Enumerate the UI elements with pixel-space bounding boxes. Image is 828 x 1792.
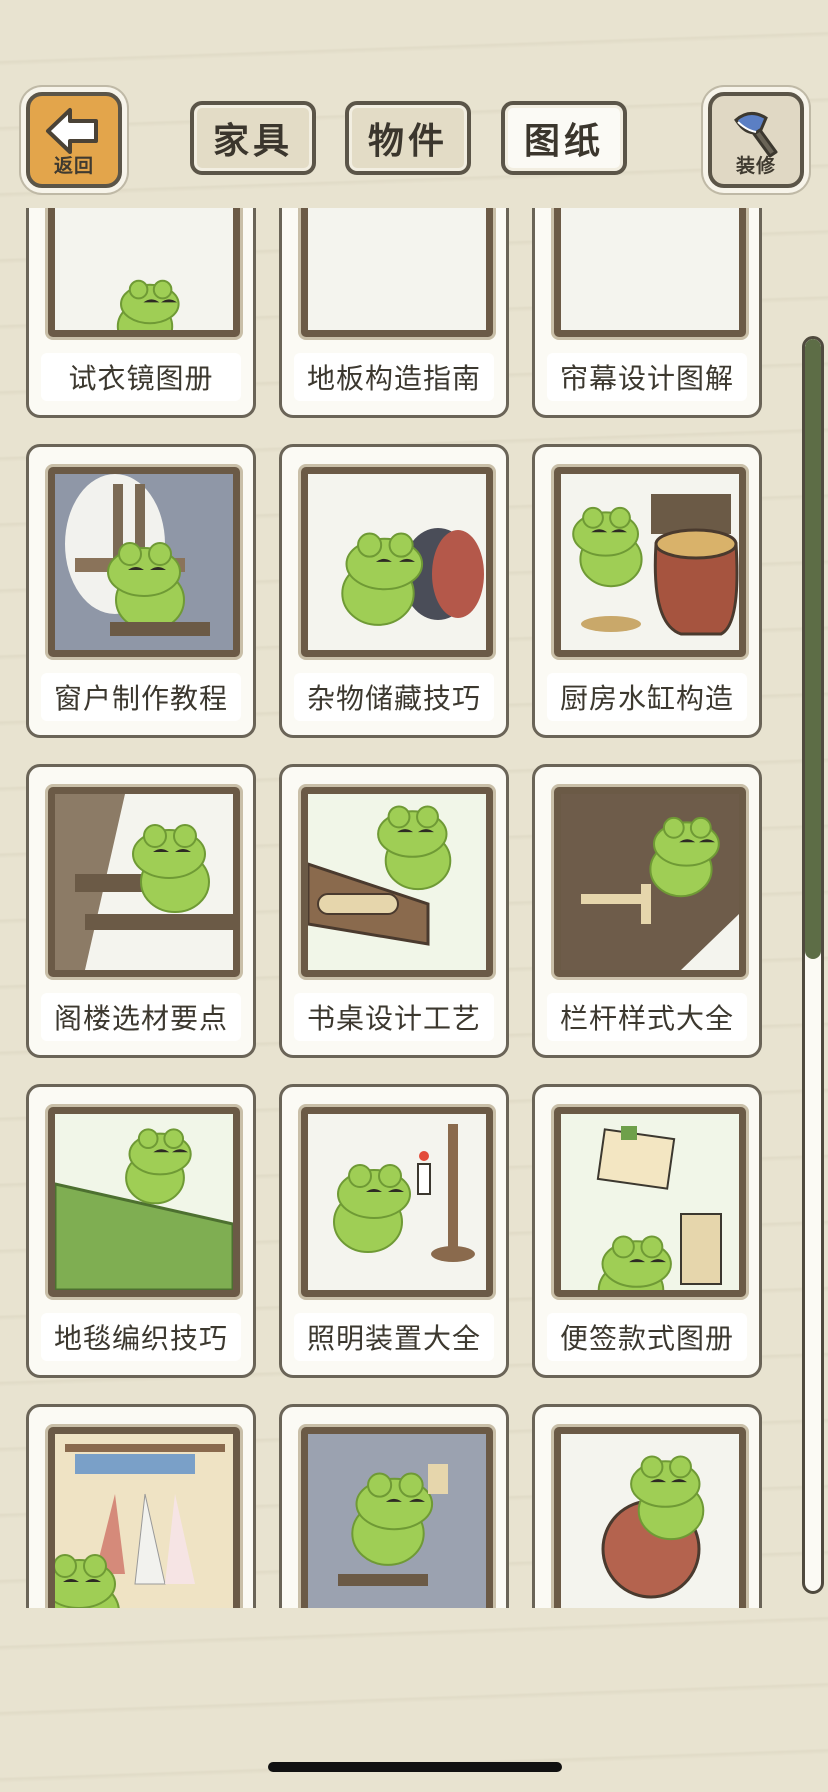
blueprint-card[interactable]: 帘幕设计图解 (532, 208, 762, 418)
frog-rug-icon (48, 1107, 240, 1297)
frog-paint-wall-icon (301, 1427, 493, 1608)
blueprint-card-caption: 栏杆样式大全 (547, 993, 747, 1041)
blueprint-card[interactable]: 厨房水缸构造 (532, 444, 762, 738)
blueprint-card[interactable]: 坐垫制作图解 (532, 1404, 762, 1608)
blueprint-card-caption: 照明装置大全 (294, 1313, 494, 1361)
blueprint-card-caption: 窗户制作教程 (41, 673, 241, 721)
scrollbar-thumb[interactable] (805, 339, 821, 959)
blueprint-grid: 试衣镜图册 地板构造指南 帘幕设计图解 窗户制作教程 杂物储藏技巧 厨房水缸构造… (26, 208, 762, 1608)
tab-items[interactable]: 物件 (345, 101, 471, 175)
blueprint-card[interactable]: 便签款式图册 (532, 1084, 762, 1378)
blueprint-card[interactable]: 地毯编织技巧 (26, 1084, 256, 1378)
blueprint-card-caption: 地毯编织技巧 (41, 1313, 241, 1361)
decorate-button-label: 装修 (735, 155, 776, 177)
frog-note-icon (554, 1107, 746, 1297)
back-button[interactable]: 返回 (26, 92, 122, 188)
blueprint-card-caption: 试衣镜图册 (41, 353, 241, 401)
frog-floor-icon (301, 208, 493, 337)
tab-furniture[interactable]: 家具 (190, 101, 316, 175)
blueprint-card-caption: 帘幕设计图解 (547, 353, 747, 401)
screen: 返回 家具 物件 图纸 装修 试衣镜图册 地板构造指南 帘幕设计图解 窗户制作教… (0, 0, 828, 1792)
frog-railing-icon (554, 787, 746, 977)
frog-storage-icon (301, 467, 493, 657)
frog-wardrobe-icon (48, 1427, 240, 1608)
blueprint-card[interactable]: 衣柜制作工法 (26, 1404, 256, 1608)
frog-mirror-icon (48, 208, 240, 337)
blueprint-card[interactable]: 栏杆样式大全 (532, 764, 762, 1058)
frog-curtain-icon (554, 208, 746, 337)
blueprint-card-caption: 书桌设计工艺 (294, 993, 494, 1041)
blueprint-card[interactable]: 照明装置大全 (279, 1084, 509, 1378)
blueprint-list[interactable]: 试衣镜图册 地板构造指南 帘幕设计图解 窗户制作教程 杂物储藏技巧 厨房水缸构造… (0, 208, 800, 1608)
blueprint-card[interactable]: 墙壁粉刷图册 (279, 1404, 509, 1608)
decorate-button[interactable]: 装修 (708, 92, 804, 188)
tab-blueprints[interactable]: 图纸 (501, 101, 627, 175)
blueprint-card-caption: 便签款式图册 (547, 1313, 747, 1361)
home-indicator (268, 1762, 562, 1772)
blueprint-card[interactable]: 杂物储藏技巧 (279, 444, 509, 738)
blueprint-card[interactable]: 地板构造指南 (279, 208, 509, 418)
blueprint-card-caption: 厨房水缸构造 (547, 673, 747, 721)
blueprint-card[interactable]: 阁楼选材要点 (26, 764, 256, 1058)
arrow-left-icon (46, 108, 98, 154)
blueprint-card-caption: 杂物储藏技巧 (294, 673, 494, 721)
scrollbar[interactable] (802, 336, 824, 1594)
frog-lamp-icon (301, 1107, 493, 1297)
blueprint-card[interactable]: 窗户制作教程 (26, 444, 256, 738)
frog-attic-icon (48, 787, 240, 977)
blueprint-card[interactable]: 试衣镜图册 (26, 208, 256, 418)
blueprint-card[interactable]: 书桌设计工艺 (279, 764, 509, 1058)
frog-cushion-icon (554, 1427, 746, 1608)
back-button-label: 返回 (53, 155, 94, 177)
blueprint-card-caption: 地板构造指南 (294, 353, 494, 401)
frog-window-icon (48, 467, 240, 657)
blueprint-card-caption: 阁楼选材要点 (41, 993, 241, 1041)
frog-desk-icon (301, 787, 493, 977)
frog-water-jar-icon (554, 467, 746, 657)
